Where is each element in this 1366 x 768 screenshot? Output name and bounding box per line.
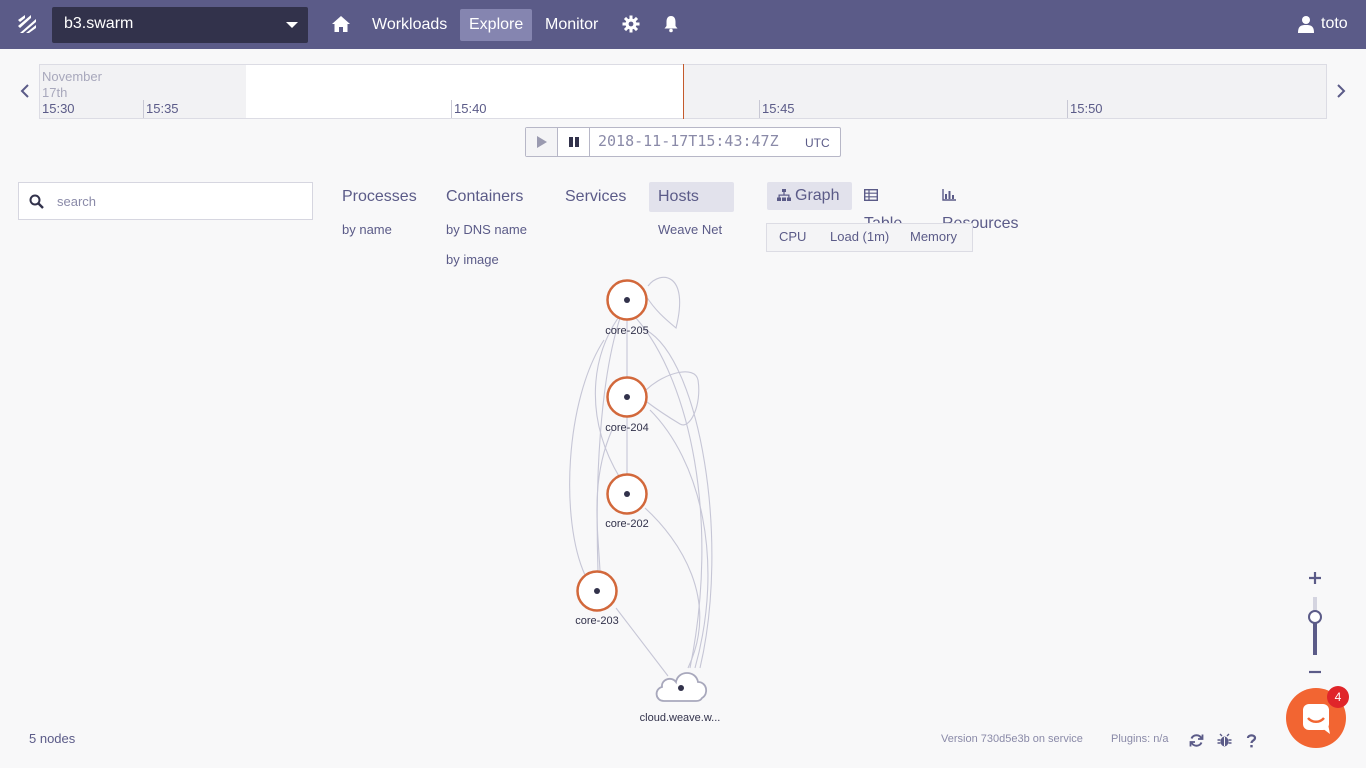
weave-logo-icon[interactable] [16,12,38,36]
zoom-slider-handle[interactable] [1308,610,1322,624]
node-label: core-204 [605,422,649,434]
pause-icon [569,137,579,147]
topology-hosts-weave-net[interactable]: Weave Net [649,220,731,240]
plugins-info: Plugins: n/a [1111,733,1169,745]
timeline-tick: 15:35 [143,100,179,118]
topology-containers[interactable]: Containers [437,182,532,212]
gear-icon[interactable] [622,15,640,33]
metric-memory[interactable]: Memory [910,229,957,244]
view-mode-table[interactable]: Table [854,182,922,232]
bar-chart-icon [942,189,956,201]
timeline-forward-icon[interactable] [1334,82,1348,100]
host-node[interactable] [603,470,651,518]
table-icon [864,189,878,201]
node-label: core-203 [575,615,619,627]
timeline-month: November 17th [42,69,102,100]
topology-processes[interactable]: Processes [333,182,426,212]
timeline-tick: 15:45 [759,100,795,118]
caret-down-icon [286,22,298,28]
zoom-out-icon[interactable] [1307,664,1323,680]
view-mode-graph[interactable]: Graph [767,182,852,210]
timeline-tick: 15:40 [451,100,487,118]
metric-cpu[interactable]: CPU [779,229,806,244]
help-icon[interactable] [1244,733,1259,748]
timeline-cursor[interactable] [683,64,684,119]
chat-notification-badge: 4 [1327,686,1349,708]
zoom-in-icon[interactable] [1307,570,1323,586]
topology-containers-by-image[interactable]: by image [437,250,508,270]
search-box[interactable] [18,182,313,220]
timeline-tick: 15:30 [42,101,75,116]
host-node[interactable] [603,373,651,421]
pause-button[interactable] [558,128,590,156]
play-icon [537,136,547,148]
play-button[interactable] [526,128,558,156]
graph-edge [644,507,701,669]
topology-hosts[interactable]: Hosts [649,182,734,212]
user-name: toto [1321,15,1348,32]
timeline[interactable]: November 17th 15:30 15:35 15:40 15:45 15… [39,64,1327,119]
node-label: core-202 [605,518,649,530]
graph-edge [645,276,681,329]
host-node[interactable] [603,276,651,324]
instance-selector[interactable]: b3.swarm [52,7,308,43]
timeline-back-icon[interactable] [18,82,32,100]
nav-monitor[interactable]: Monitor [536,9,607,41]
view-mode-resources[interactable]: Resources [932,182,1044,232]
bug-icon[interactable] [1217,733,1232,748]
top-navigation-bar: b3.swarm Workloads Explore Monitor toto [0,0,1366,49]
topology-containers-by-dns[interactable]: by DNS name [437,220,536,240]
user-icon [1298,16,1314,33]
timeline-tick: 15:50 [1067,100,1103,118]
search-input[interactable] [57,191,297,211]
node-count: 5 nodes [29,731,76,746]
nav-explore[interactable]: Explore [460,9,533,41]
refresh-icon[interactable] [1189,733,1204,748]
bell-icon[interactable] [663,15,679,33]
version-info: Version 730d5e3b on service [941,733,1083,745]
home-icon[interactable] [331,14,351,34]
metric-load[interactable]: Load (1m) [830,229,889,244]
cloud-node-icon[interactable] [652,662,710,704]
timestamp-input[interactable] [598,132,802,150]
node-label: core-205 [605,325,649,337]
topology-processes-by-name[interactable]: by name [333,220,401,240]
node-label: cloud.weave.w... [639,712,721,724]
view-mode-graph-label: Graph [795,187,840,204]
metric-selector: CPU Load (1m) Memory [766,223,973,252]
search-icon [29,194,44,209]
host-node[interactable] [573,567,621,615]
time-control: UTC [525,127,841,157]
timezone-label: UTC [805,136,830,150]
topology-services[interactable]: Services [556,182,635,212]
sitemap-icon [777,189,791,201]
nav-workloads[interactable]: Workloads [363,9,456,41]
graph-edge [645,329,713,669]
instance-name: b3.swarm [64,15,134,32]
